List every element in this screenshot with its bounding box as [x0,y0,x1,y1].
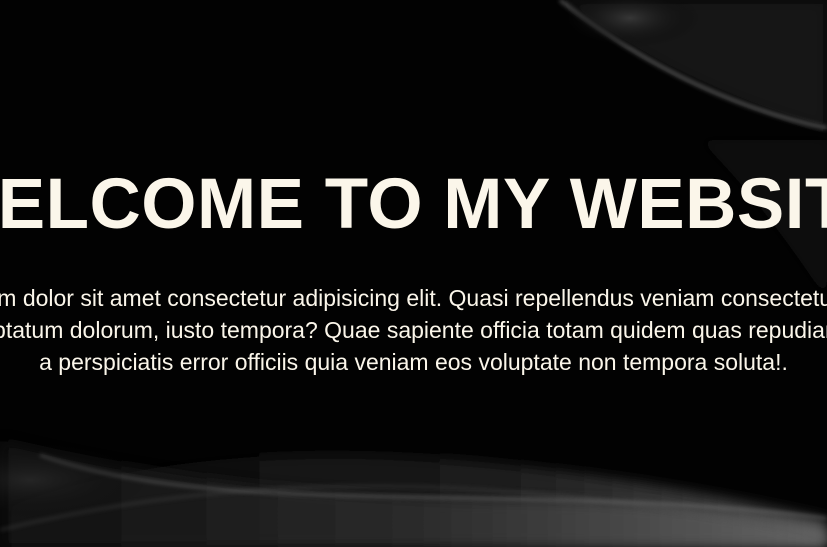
hero-section: WELCOME TO MY WEBSITE Lorem ipsum dolor … [0,0,827,547]
hero-paragraph-line: Lorem ipsum dolor sit amet consectetur a… [0,285,827,311]
hero-paragraph: Lorem ipsum dolor sit amet consectetur a… [0,282,827,378]
hero-background-swoosh [0,0,827,547]
hero-title: WELCOME TO MY WEBSITE [0,165,827,244]
hero-paragraph-line: voluptatum dolorum, iusto tempora? Quae … [0,317,827,343]
hero-paragraph-line: a perspiciatis error officiis quia venia… [39,349,788,375]
